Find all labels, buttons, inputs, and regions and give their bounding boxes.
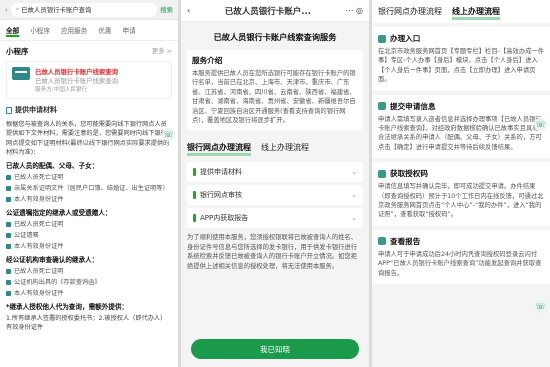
- service-heading: 已故人员银行卡账户线索查询服务: [213, 32, 337, 42]
- result-tabs: 全部 小程序 应用服务 优惠 申请: [0, 20, 178, 41]
- check-icon: [6, 222, 11, 228]
- bank-logo-icon: [12, 67, 30, 80]
- card-provider: 服务方:中国人民银行: [35, 87, 88, 93]
- process-tabs: 银行网点办理流程 线上办理流程: [181, 133, 369, 160]
- chevron-down-icon: ⌄: [351, 191, 357, 200]
- customer-service-icon[interactable]: ☏: [534, 118, 547, 131]
- more-link[interactable]: 更多 >: [152, 46, 172, 57]
- list-item: 亲属关系证明文件（居民户口簿、结婚证、出生证明等）: [0, 183, 178, 194]
- customer-service-icon[interactable]: ☏: [534, 300, 547, 313]
- check-icon: [6, 186, 11, 192]
- step-auth-code: 获取授权码 申请信息填写并确认完毕，即可成功提交申请。办件结果（即查询授权码）预…: [372, 162, 550, 226]
- mini-program-title: 小程序: [6, 47, 29, 56]
- check-icon: [6, 197, 11, 203]
- step-text: 申请人需填写录入逝者信息并选择办理事项【已故人员银行卡账户线索查询】，对经政府数…: [378, 115, 542, 151]
- step-text: 申请人可于申请成功后24小时内凭查询授权码登录云闪付APP“已故人员银行卡账户线…: [378, 250, 542, 277]
- step-marker-icon: [193, 214, 196, 223]
- list-item: 已故人员死亡证明: [0, 172, 178, 183]
- process-tabs: 银行网点办理流程 线上办理流程: [372, 0, 550, 23]
- entry-icon: [378, 34, 386, 43]
- list-item: 公证遗嘱: [0, 230, 178, 241]
- search-input[interactable]: ⌕ 已故人员银行卡账户查询: [10, 2, 158, 17]
- footnote-heading: *继承人授权他人代为查询，需额外提供：: [6, 303, 129, 312]
- step-title: 办理入口: [390, 34, 421, 43]
- tab-online-process[interactable]: 线上办理流程: [261, 142, 309, 156]
- list-item: 本人有效身份证件: [0, 241, 178, 252]
- service-intro-box: 服务介绍 本服务提供已故人员在您所选银行可能存在银行卡账户的银行名单，当前已在北…: [187, 50, 363, 131]
- check-icon: [6, 280, 11, 286]
- card-subtitle: 已故人员银行卡账户线索查询: [35, 77, 119, 85]
- step-report: 查看报告 申请人可于申请成功后24小时内凭查询授权码登录云闪付APP“已故人员银…: [372, 229, 550, 285]
- step-provide-materials[interactable]: 提供申请材料 ⌄: [187, 162, 363, 183]
- check-icon: [6, 175, 11, 181]
- list-item: 本人有效身份证件: [0, 288, 178, 299]
- chevron-down-icon: ⌄: [351, 214, 357, 223]
- mini-program-card[interactable]: 已故人员银行卡账户线索查询 已故人员银行卡账户线索查询 服务方:中国人民银行: [6, 61, 172, 99]
- step-entry: 办理入口 在北京市政务服务网首页【专题专栏】栏目-【高效办成一件事】专区-个人办…: [372, 27, 550, 91]
- step-title: 查看报告: [390, 236, 421, 246]
- tab-services[interactable]: 应用服务: [61, 25, 87, 37]
- check-icon: [6, 244, 11, 250]
- page-title: 已故人员银行卡账户...: [224, 6, 311, 17]
- step-marker-icon: [193, 168, 196, 177]
- step-text: 申请信息填写并确认完毕，即可成功提交申请。办件结果（即查询授权码）预计于10个工…: [378, 183, 544, 219]
- report-icon: [378, 237, 386, 246]
- mini-program-header: 小程序 更多 >: [0, 41, 178, 59]
- search-results-panel: ‹ ⌕ 已故人员银行卡账户查询 搜索 全部 小程序 应用服务 优惠 申请 小程序…: [0, 0, 178, 367]
- search-button[interactable]: 搜索: [160, 5, 178, 14]
- step-title: 提交申请信息: [390, 101, 436, 111]
- back-icon[interactable]: ‹: [0, 6, 8, 14]
- acknowledge-button[interactable]: 我已知晓: [191, 339, 359, 359]
- section-materials: 提供申请材料: [0, 101, 178, 119]
- step-app-report[interactable]: APP内获取报告 ⌄: [187, 208, 363, 229]
- spouse-heading: 已故人员的配偶、父母、子女：: [6, 162, 99, 171]
- step-text: 在北京市政务服务网首页【专题专栏】栏目-【高效办成一件事】专区-个人办事【身后】…: [378, 48, 544, 84]
- check-icon: [6, 269, 11, 275]
- document-icon: [6, 106, 12, 114]
- tab-offers[interactable]: 优惠: [98, 25, 111, 37]
- tab-apply[interactable]: 申请: [123, 25, 136, 37]
- form-icon: [378, 102, 386, 111]
- online-process-panel: 银行网点办理流程 线上办理流程 办理入口 在北京市政务服务网首页【专题专栏】栏目…: [372, 0, 550, 367]
- key-icon: [378, 169, 386, 178]
- tab-bank-process[interactable]: 银行网点办理流程: [187, 142, 251, 157]
- footnote-text: 1.所有继承人签署的授权委托书；2.被授权人（即代办人）有效身份证件: [6, 315, 167, 332]
- notary-heading: 公证遗嘱指定的继承人或受遗赠人：: [6, 209, 112, 218]
- search-icon: ⌕: [15, 5, 20, 13]
- step-marker-icon: [193, 191, 196, 200]
- more-icon[interactable]: ⋯ ◎: [345, 6, 363, 15]
- back-icon[interactable]: ‹: [187, 6, 190, 15]
- list-item: 已故人员死亡证明: [0, 219, 178, 230]
- intro-text: 根据您与被查询人的关系，您可能需要向线下银行网点人员提供如下文件材料，需要注意的…: [6, 121, 170, 156]
- intro-title: 服务介绍: [192, 56, 223, 65]
- list-item: 公证机构出具的《存款查询函》: [0, 277, 178, 288]
- tab-all[interactable]: 全部: [6, 25, 20, 37]
- intro-text: 本服务提供已故人员在您所选银行可能存在银行卡账户的银行名单，当前已在北京、上海市…: [192, 70, 356, 125]
- list-item: 已故人员死亡证明: [0, 266, 178, 277]
- search-bar: ‹ ⌕ 已故人员银行卡账户查询 搜索: [0, 0, 178, 20]
- step-title: 获取授权码: [390, 169, 428, 179]
- card-title: 已故人员银行卡账户线索查询: [35, 68, 119, 76]
- page-header: ‹ 已故人员银行卡账户... ⋯ ◎: [181, 0, 369, 22]
- customer-service-icon[interactable]: ☏: [162, 128, 175, 141]
- tab-bank-process[interactable]: 银行网点办理流程: [378, 6, 442, 20]
- list-item: 本人有效身份证件: [0, 194, 178, 205]
- chevron-down-icon: ⌄: [351, 168, 357, 177]
- court-heading: 经公证机构审查确认的继承人：: [6, 256, 99, 265]
- authorization-notice: 为了顺利使用本服务，您须授权银联将已故被查询人的姓名、身份证件号信息与您所选择的…: [187, 234, 358, 270]
- service-intro-panel: ‹ 已故人员银行卡账户... ⋯ ◎ 已故人员银行卡账户线索查询服务 服务介绍 …: [181, 0, 369, 367]
- check-icon: [6, 291, 11, 297]
- section-title: 提供申请材料: [15, 106, 57, 114]
- check-icon: [6, 233, 11, 239]
- step-submit: 提交申请信息 申请人需填写录入逝者信息并选择办理事项【已故人员银行卡账户线索查询…: [372, 94, 550, 159]
- tab-online-process[interactable]: 线上办理流程: [452, 6, 500, 20]
- tab-miniprogram[interactable]: 小程序: [30, 25, 50, 37]
- step-bank-review[interactable]: 银行网点审核 ⌄: [187, 185, 363, 206]
